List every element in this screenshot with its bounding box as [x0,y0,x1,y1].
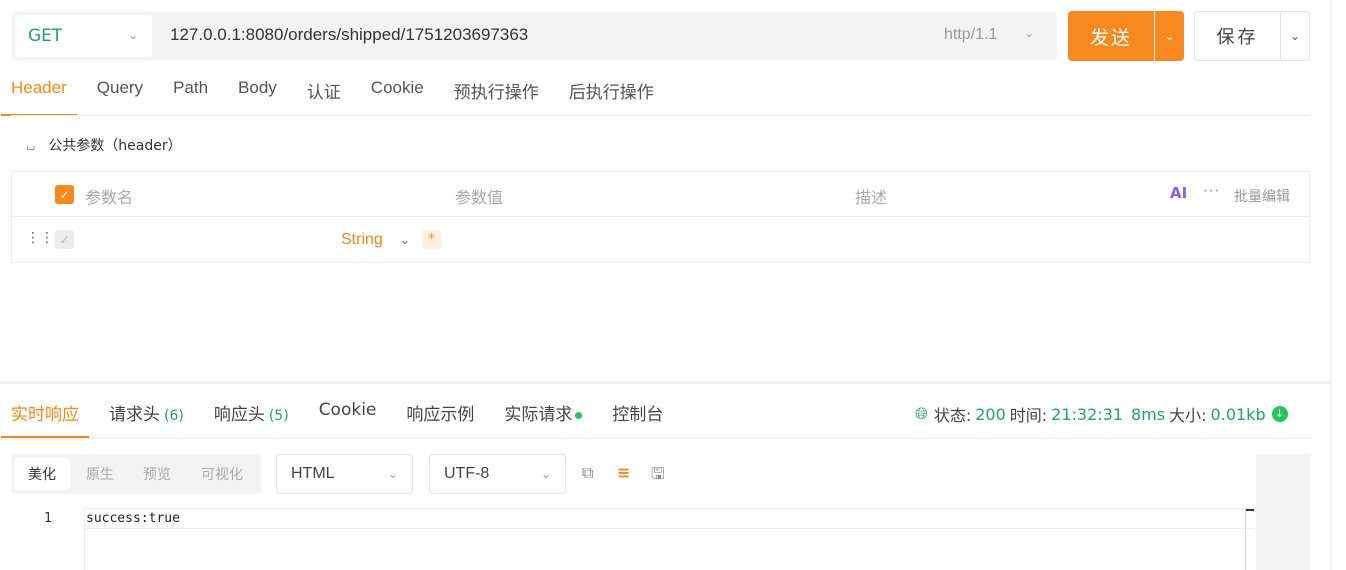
request-tabs: Header Query Path Body 认证 Cookie 预执行操作 后… [1,76,684,116]
chevron-down-icon: ⌄ [1164,29,1175,43]
chevron-down-icon: ⌄ [540,467,551,481]
eye-closed-icon: ⌞⌟ [26,138,35,152]
required-toggle[interactable]: * [422,230,441,249]
chevron-down-icon: ⌄ [1289,29,1301,43]
params-table: ✓ 参数名 参数值 描述 AI ··· 批量编辑 ⋮⋮ ✓ String ⌄ * [11,171,1310,263]
view-pretty[interactable]: 美化 [14,458,70,490]
tab-header[interactable]: Header [1,76,77,116]
status-label: 状态: [933,406,972,425]
save-button[interactable]: 保存 [1194,11,1281,61]
scroll-marker [1246,509,1254,511]
tab-actual-request[interactable]: 实际请求 [504,400,583,438]
line-number: 1 [44,511,52,526]
count-badge: (5) [268,408,289,424]
chevron-down-icon[interactable]: ⌄ [400,233,410,247]
count-badge: (6) [164,408,184,424]
table-header: ✓ 参数名 参数值 描述 AI ··· 批量编辑 [12,172,1309,217]
tab-label: 响应头 [213,405,265,425]
tab-auth[interactable]: 认证 [307,76,341,116]
side-divider [1330,0,1332,570]
tab-response-headers[interactable]: 响应头 (5) [214,400,289,438]
tab-post-script[interactable]: 后执行操作 [569,76,654,116]
tab-body[interactable]: Body [238,76,277,116]
tab-cookie[interactable]: Cookie [371,76,424,116]
send-button[interactable]: 发送 [1068,11,1154,61]
format-label: HTML [291,465,335,482]
tab-label: 响应示例 [406,405,475,425]
current-line-highlight [84,508,1254,529]
type-select[interactable]: String [341,231,383,249]
tab-label: 实时响应 [11,405,79,425]
chevron-down-icon: ⌄ [127,28,138,42]
col-value-header: 参数值 [455,188,504,207]
wrap-lines-icon[interactable]: ≡ [617,463,630,482]
tab-pre-script[interactable]: 预执行操作 [454,76,539,116]
view-raw[interactable]: 原生 [72,458,128,490]
tab-label: 控制台 [612,405,664,425]
status-code: 200 [975,404,1006,424]
chevron-down-icon[interactable]: ⌄ [1024,26,1034,40]
size-label: 大小: [1169,406,1207,425]
tab-query[interactable]: Query [97,76,143,116]
encoding-label: UTF-8 [444,465,490,482]
row-checkbox[interactable]: ✓ [55,230,74,249]
public-params-toggle[interactable]: ⌞⌟ 公共参数（header） [26,135,182,155]
duration-value: 8ms [1131,404,1166,424]
time-label: 时间: [1009,406,1048,425]
response-tabs-divider [11,438,1310,439]
tab-label: 实际请求 [504,405,573,425]
response-status: 🌐︎ 状态: 200 时间: 21:32:31 8ms 大小: 0.01kb ↓ [915,402,1288,426]
copy-icon[interactable]: ⧉ [582,463,593,483]
tab-request-headers[interactable]: 请求头 (6) [109,400,184,438]
response-tabs: 实时响应 请求头 (6) 响应头 (5) Cookie 响应示例 实际请求 控制台 [1,400,693,438]
tabs-divider [11,115,1310,116]
format-select[interactable]: HTML ⌄ [276,454,413,494]
panel-divider[interactable] [0,381,1330,384]
download-icon[interactable]: ↓ [1271,406,1288,422]
minimap [1256,454,1310,570]
send-dropdown-button[interactable]: ⌄ [1155,11,1184,61]
url-input[interactable]: 127.0.0.1:8080/orders/shipped/1751203697… [170,25,528,45]
tab-response-example[interactable]: 响应示例 [406,400,474,438]
tab-live-response[interactable]: 实时响应 [1,400,89,438]
select-all-checkbox[interactable]: ✓ [55,185,74,204]
tab-console[interactable]: 控制台 [612,400,663,438]
more-icon[interactable]: ··· [1203,182,1220,200]
ai-icon[interactable]: AI [1170,184,1187,202]
method-label: GET [28,26,63,46]
status-dot-icon [575,411,583,419]
col-name-header: 参数名 [85,188,134,207]
public-params-title: 公共参数（header） [48,138,182,154]
drag-handle-icon[interactable]: ⋮⋮ [26,231,54,245]
tab-label: Cookie [318,400,377,420]
save-dropdown-button[interactable]: ⌄ [1281,11,1310,61]
method-select[interactable]: GET ⌄ [15,15,152,57]
globe-icon[interactable]: 🌐︎ [915,404,928,424]
chevron-down-icon: ⌄ [387,467,398,481]
size-value: 0.01kb [1210,404,1266,424]
tab-label: 请求头 [109,405,160,425]
request-bar: GET ⌄ 127.0.0.1:8080/orders/shipped/1751… [12,12,1057,60]
col-desc-header: 描述 [855,188,888,207]
tab-response-cookie[interactable]: Cookie [319,400,377,438]
view-mode-switch: 美化 原生 预览 可视化 [11,454,261,494]
bulk-edit-button[interactable]: 批量编辑 [1234,186,1290,206]
encoding-select[interactable]: UTF-8 ⌄ [429,454,566,494]
protocol-select[interactable]: http/1.1 [944,26,997,44]
save-icon[interactable]: 🖫︎ [651,463,665,490]
tab-path[interactable]: Path [173,76,208,116]
view-visualize[interactable]: 可视化 [189,458,255,490]
response-body[interactable]: success:true [86,511,180,526]
view-preview[interactable]: 预览 [129,458,185,490]
time-value: 21:32:31 [1051,404,1124,424]
